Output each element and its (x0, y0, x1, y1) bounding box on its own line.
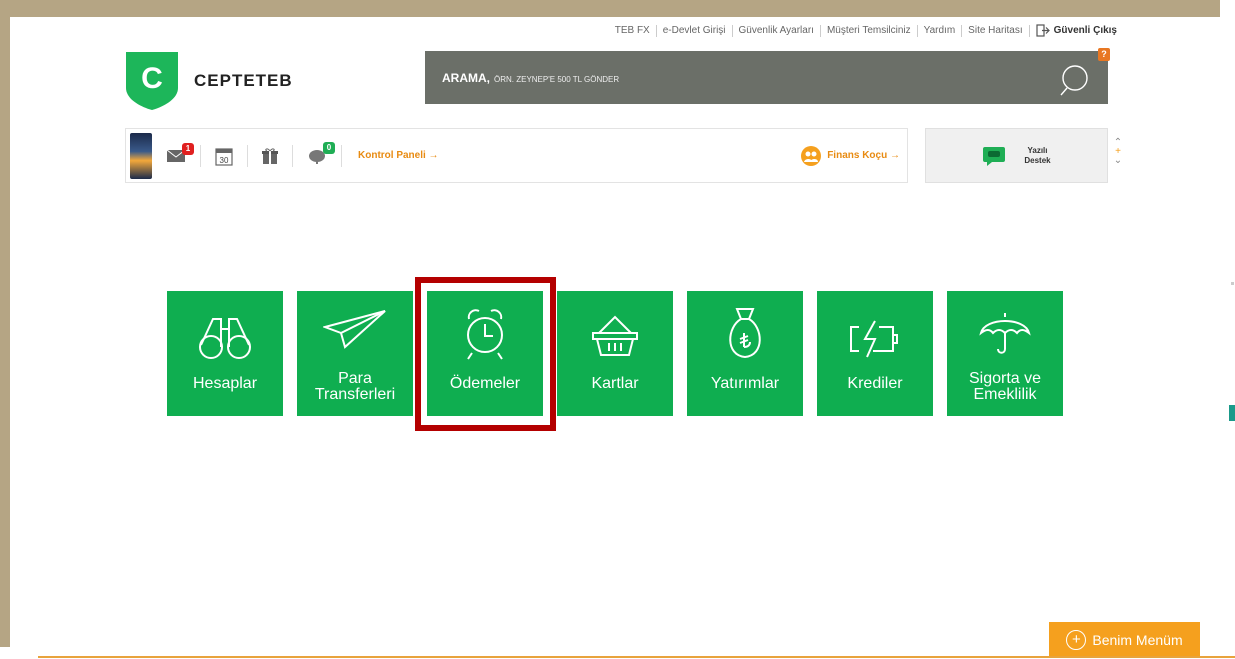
tile-label: Sigorta ve Emeklilik (968, 370, 1042, 403)
control-panel-link[interactable]: Kontrol Paneli → (358, 150, 439, 161)
bottom-accent-line (38, 656, 1235, 658)
link-site-map[interactable]: Site Haritası (968, 25, 1022, 36)
link-e-devlet[interactable]: e-Devlet Girişi (663, 25, 726, 36)
link-help[interactable]: Yardım (924, 25, 956, 36)
written-support-button[interactable]: Yazılı Destek (925, 128, 1108, 183)
support-label-line1: Yazılı (1027, 145, 1048, 155)
logo-letter: C (141, 62, 163, 95)
finans-coach-icon (801, 145, 822, 166)
finans-coach-label: Finans Koçu → (827, 150, 900, 161)
help-badge[interactable]: ? (1098, 48, 1110, 61)
battery-icon (850, 320, 898, 358)
brand-name: CEPTETEB (194, 71, 293, 90)
side-dot (1231, 282, 1234, 285)
profile-avatar[interactable] (130, 132, 152, 179)
shield-logo-icon: C (126, 52, 178, 110)
left-frame-border (0, 0, 10, 647)
secure-exit-label: Güvenli Çıkış (1053, 25, 1117, 36)
calendar-button[interactable]: 30 (215, 146, 233, 166)
link-security-settings[interactable]: Güvenlik Ayarları (739, 25, 814, 36)
top-frame-border (0, 0, 1220, 17)
highlight-box (415, 277, 556, 431)
paper-plane-icon (323, 310, 386, 349)
tile-sigorta-emeklilik[interactable]: Sigorta ve Emeklilik (947, 291, 1063, 416)
search-icon[interactable] (1058, 63, 1092, 97)
cloud-count-badge: 0 (323, 141, 335, 154)
exit-icon (1036, 24, 1050, 37)
tile-kartlar[interactable]: Kartlar (557, 291, 673, 416)
link-customer-rep[interactable]: Müşteri Temsilciniz (827, 25, 911, 36)
cloud-button[interactable]: 0 (307, 141, 335, 164)
chat-bubble-icon (983, 146, 1006, 166)
binoculars-icon (199, 318, 251, 359)
top-links-bar: TEB FX e-Devlet Girişi Güvenlik Ayarları… (615, 24, 1117, 37)
calendar-icon: 30 (215, 147, 233, 166)
basket-icon (592, 315, 638, 356)
mail-button[interactable]: 1 (166, 142, 194, 163)
gift-button[interactable] (262, 147, 278, 165)
chevron-down-icon[interactable]: ⌄ (1112, 156, 1124, 166)
search-bar[interactable]: ARAMA, ÖRN. ZEYNEP'E 500 TL GÖNDER (425, 51, 1108, 104)
tile-label: Hesaplar (192, 375, 258, 392)
tile-label: Yatırımlar (710, 375, 780, 392)
money-bag-icon (729, 308, 761, 359)
tile-para-transferleri[interactable]: Para Transferleri (297, 291, 413, 416)
mail-count-badge: 1 (182, 142, 194, 155)
tile-label: Kartlar (591, 375, 639, 392)
side-feedback-tab[interactable] (1229, 405, 1235, 421)
secure-exit-link[interactable]: Güvenli Çıkış (1036, 24, 1117, 37)
tile-label: Para Transferleri (314, 370, 396, 403)
plus-circle-icon: + (1066, 629, 1087, 650)
tile-label: Krediler (847, 375, 903, 392)
control-panel-bar: 1 30 0 Kontrol Paneli → Finans Koçu → (125, 128, 908, 183)
panel-scroll-arrows[interactable]: ⌃ + ⌄ (1112, 138, 1124, 166)
support-label-line2: Destek (1024, 155, 1051, 165)
finans-coach-link[interactable]: Finans Koçu → (800, 145, 900, 167)
tile-hesaplar[interactable]: Hesaplar (167, 291, 283, 416)
my-menu-button[interactable]: + Benim Menüm (1049, 622, 1200, 657)
search-label: ARAMA, (442, 70, 490, 85)
search-hint: ÖRN. ZEYNEP'E 500 TL GÖNDER (494, 74, 620, 84)
link-teb-fx[interactable]: TEB FX (615, 25, 650, 36)
tile-yatirimlar[interactable]: Yatırımlar (687, 291, 803, 416)
calendar-day: 30 (220, 156, 229, 165)
brand-logo[interactable]: C CEPTETEB (124, 50, 293, 112)
tile-krediler[interactable]: Krediler (817, 291, 933, 416)
umbrella-icon (979, 313, 1031, 354)
my-menu-label: Benim Menüm (1092, 631, 1183, 648)
gift-icon (262, 147, 278, 164)
